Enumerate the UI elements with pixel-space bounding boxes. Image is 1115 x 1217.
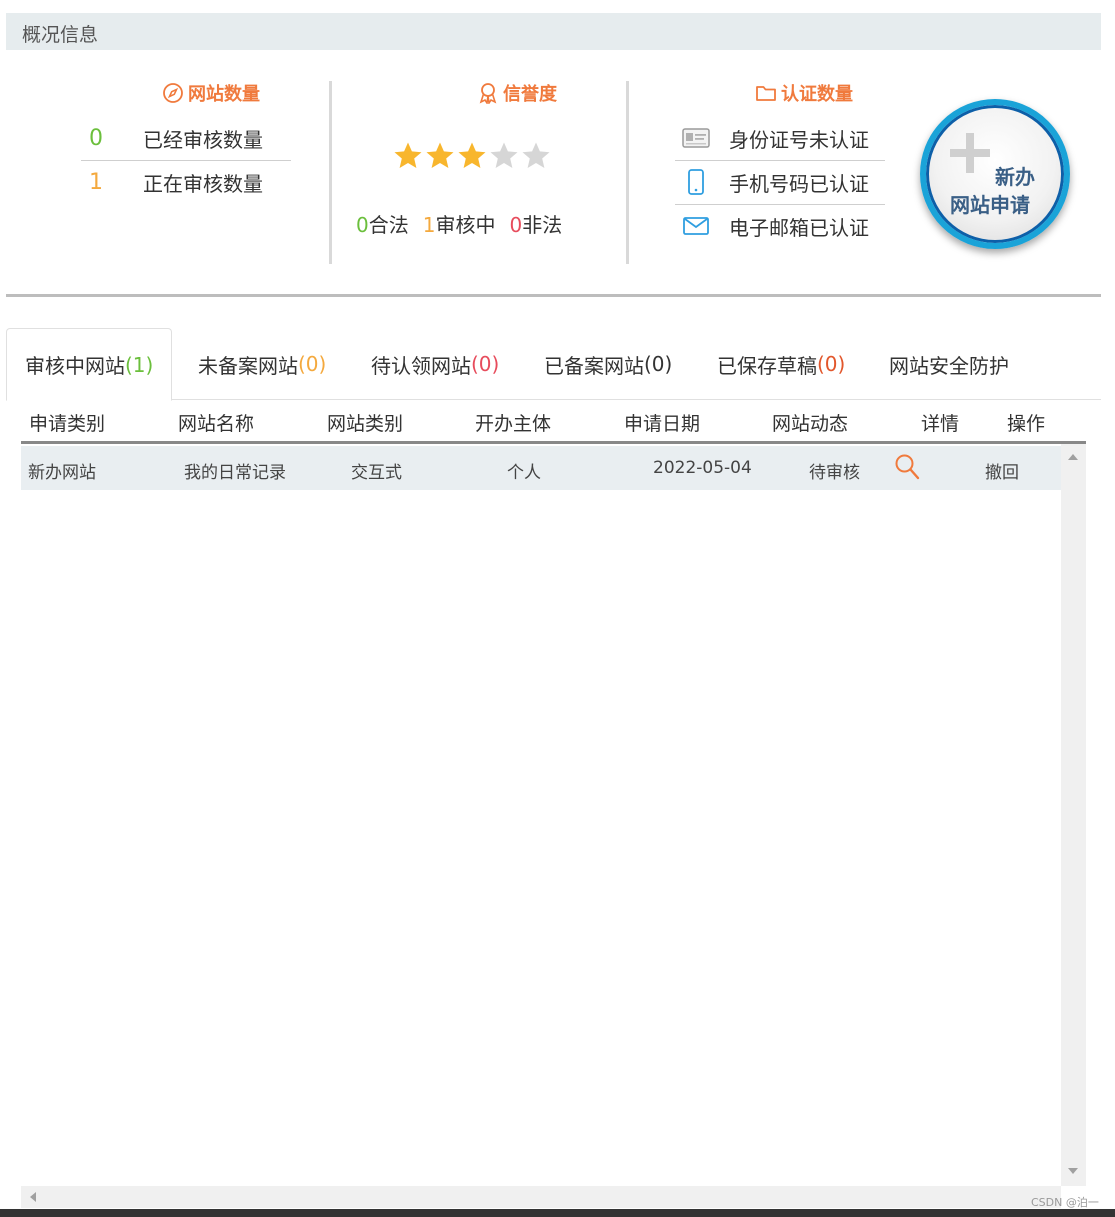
scroll-up-arrow[interactable] (1068, 454, 1078, 460)
new-site-application-button[interactable]: 新办 网站申请 (920, 99, 1070, 249)
cell-category: 交互式 (351, 463, 402, 483)
column-header[interactable]: 网站名称 (178, 409, 254, 436)
credit-status-line: 0合法 1审核中 0非法 (356, 209, 562, 238)
auth-row-email[interactable]: 电子邮箱已认证 (677, 204, 885, 248)
column-header[interactable]: 网站类别 (327, 409, 403, 436)
horizontal-scrollbar[interactable] (21, 1186, 1061, 1208)
bottom-bar (0, 1209, 1115, 1217)
column-header[interactable]: 网站动态 (772, 409, 848, 436)
illegal-label: 非法 (522, 213, 563, 237)
reviewed-count: 0 (89, 125, 103, 151)
tab-drafts[interactable]: 已保存草稿 (0) (717, 328, 845, 400)
scroll-down-arrow[interactable] (1068, 1168, 1078, 1174)
reviewing-label: 正在审核数量 (143, 171, 263, 196)
legal-count: 0 (356, 213, 369, 237)
credit-stars (393, 141, 551, 171)
column-header[interactable]: 操作 (1007, 409, 1045, 436)
mobile-auth-label: 手机号码已认证 (729, 171, 869, 196)
new-site-button-line2: 网站申请 (950, 193, 1030, 217)
reviewing-count-row[interactable]: 1 正在审核数量 (69, 160, 263, 204)
column-divider (329, 81, 332, 264)
email-auth-label: 电子邮箱已认证 (729, 215, 869, 240)
id-card-icon (682, 128, 710, 148)
column-header[interactable]: 开办主体 (475, 409, 551, 436)
column-header[interactable]: 申请类别 (29, 409, 105, 436)
new-site-button-line1: 新办 (995, 165, 1035, 189)
award-icon (479, 83, 497, 104)
cell-name: 我的日常记录 (184, 463, 286, 483)
tab-unfiled[interactable]: 未备案网站 (0) (198, 328, 326, 400)
cell-date: 2022-05-04 (653, 458, 752, 478)
auth-row-id-card[interactable]: 身份证号未认证 (677, 116, 885, 160)
reviewing-credit-count: 1 (422, 213, 436, 237)
column-divider (626, 81, 629, 264)
reviewed-count-row[interactable]: 0 已经审核数量 (69, 116, 263, 160)
plus-icon (950, 133, 990, 173)
id-card-auth-label: 身份证号未认证 (729, 127, 869, 152)
reviewing-credit-label: 审核中 (435, 213, 496, 237)
search-icon (895, 454, 920, 480)
detail-search-button[interactable] (894, 453, 920, 486)
table-row[interactable]: 新办网站 我的日常记录 交互式 个人 2022-05-04 待审核 撤回 (21, 446, 1061, 490)
compass-icon (163, 83, 183, 103)
illegal-count: 0 (509, 213, 523, 237)
overview-header: 概况信息 (6, 13, 1101, 50)
auth-row-mobile[interactable]: 手机号码已认证 (677, 160, 885, 204)
reviewed-label: 已经审核数量 (143, 127, 263, 152)
site-tabs: 审核中网站 (1) 未备案网站 (0) 待认领网站 (0) 已备案网站 (0) 已保存草… (6, 328, 1101, 401)
section-divider (6, 294, 1101, 297)
cell-type: 新办网站 (28, 463, 96, 483)
table-header: 申请类别 网站名称 网站类别 开办主体 申请日期 网站动态 详情 操作 (21, 400, 1086, 444)
withdraw-button[interactable]: 撤回 (985, 458, 1019, 483)
mobile-phone-icon (688, 169, 704, 195)
table-body: 新办网站 我的日常记录 交互式 个人 2022-05-04 待审核 撤回 (21, 444, 1061, 1186)
vertical-scrollbar[interactable] (1061, 444, 1086, 1186)
star-filled-icon (426, 142, 454, 168)
star-filled-icon (458, 142, 486, 168)
overview-title: 概况信息 (22, 24, 99, 46)
cell-status: 待审核 (809, 463, 860, 483)
reviewing-count: 1 (89, 169, 103, 195)
column-header[interactable]: 申请日期 (624, 409, 700, 436)
watermark: CSDN @泊一 (1031, 1196, 1099, 1209)
auth-count-title: 认证数量 (755, 80, 853, 106)
credit-title: 信誉度 (477, 80, 557, 106)
column-header[interactable]: 详情 (921, 409, 959, 436)
scroll-left-arrow[interactable] (30, 1192, 36, 1202)
star-filled-icon (394, 142, 422, 168)
site-count-title: 网站数量 (162, 80, 260, 106)
star-empty-icon (490, 142, 518, 168)
cell-owner: 个人 (507, 463, 541, 483)
star-empty-icon (522, 142, 550, 168)
email-icon (683, 217, 709, 235)
tab-security[interactable]: 网站安全防护 (889, 328, 1009, 400)
folder-icon (756, 86, 776, 101)
tab-reviewing[interactable]: 审核中网站 (1) (6, 328, 173, 401)
tab-to-claim[interactable]: 待认领网站 (0) (371, 328, 499, 400)
tab-filed[interactable]: 已备案网站 (0) (544, 328, 672, 400)
legal-label: 合法 (368, 213, 409, 237)
